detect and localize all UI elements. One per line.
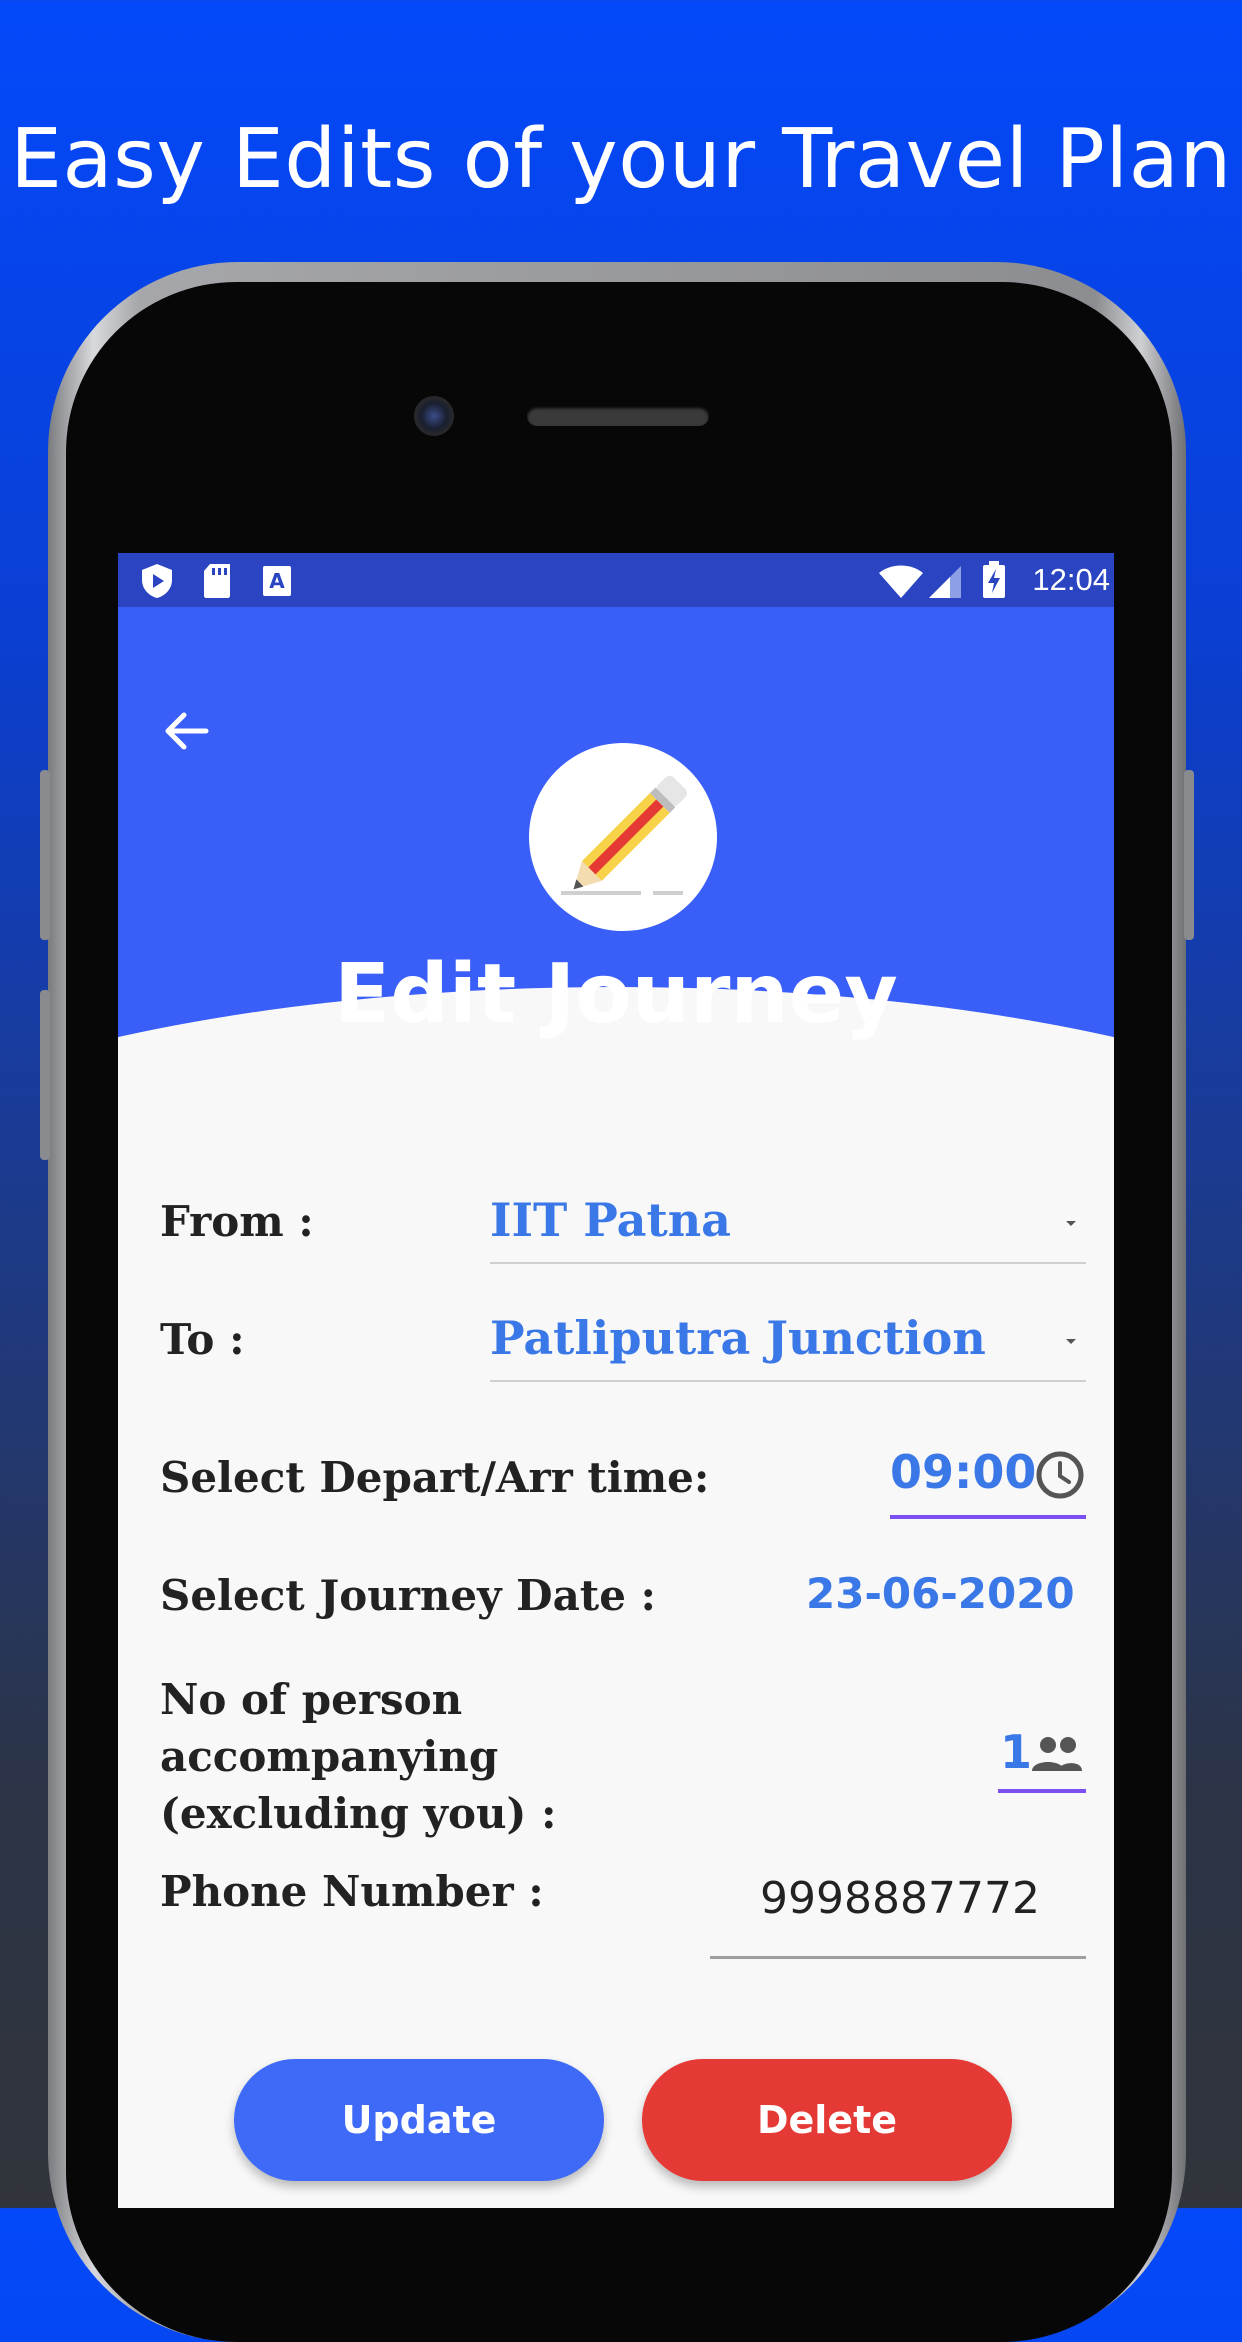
status-bar: A 12:04 <box>118 553 1114 607</box>
time-underline <box>890 1515 1086 1519</box>
to-underline <box>490 1380 1086 1382</box>
shield-play-icon <box>140 563 174 603</box>
clock-time: 12:04 <box>1032 562 1110 597</box>
clock-icon <box>1036 1451 1084 1499</box>
to-label: To : <box>160 1315 245 1364</box>
hero-icon-circle <box>529 743 717 931</box>
pencil-icon <box>561 775 687 895</box>
phone-number-field[interactable]: 9998887772 <box>710 1873 1086 1937</box>
persons-input[interactable]: 1 <box>998 1725 1086 1789</box>
from-label: From : <box>160 1197 314 1246</box>
to-dropdown[interactable]: Patliputra Junction <box>490 1311 1086 1381</box>
time-value: 09:00 <box>890 1445 1037 1499</box>
persons-label-line2: accompanying <box>160 1732 499 1781</box>
screen-title: Edit Journey <box>334 947 898 1042</box>
phone-label: Phone Number : <box>160 1867 544 1916</box>
from-dropdown[interactable]: IIT Patna <box>490 1193 1086 1263</box>
persons-underline <box>998 1789 1086 1793</box>
header-banner: Edit Journey <box>118 607 1114 1527</box>
battery-charging-icon <box>982 561 1006 603</box>
back-button[interactable] <box>160 705 212 757</box>
front-camera <box>414 396 454 436</box>
chevron-down-icon <box>1066 1221 1076 1226</box>
persons-label: No of person accompanying (excluding you… <box>160 1671 557 1842</box>
to-value: Patliputra Junction <box>490 1311 986 1365</box>
wifi-icon <box>878 565 924 603</box>
text-a-icon: A <box>262 563 292 603</box>
persons-label-line3: (excluding you) : <box>160 1789 557 1838</box>
persons-label-line1: No of person <box>160 1675 463 1724</box>
update-button[interactable]: Update <box>234 2059 604 2181</box>
promo-title: Easy Edits of your Travel Plan <box>10 112 1232 207</box>
people-icon <box>1032 1737 1082 1771</box>
phone-side-button-right <box>1184 770 1194 940</box>
from-underline <box>490 1262 1086 1264</box>
time-label: Select Depart/Arr time: <box>160 1453 710 1502</box>
earpiece-speaker <box>527 406 709 426</box>
sd-card-icon <box>202 563 232 603</box>
phone-screen: A 12:04 Edit Journey From: IIT Patna To… <box>118 553 1114 2208</box>
time-picker[interactable]: 09:00 <box>890 1445 1086 1515</box>
signal-icon <box>928 565 962 603</box>
phone-side-button-left <box>40 770 50 940</box>
phone-value: 9998887772 <box>760 1873 1040 1924</box>
svg-text:A: A <box>269 569 285 593</box>
from-value: IIT Patna <box>490 1193 731 1247</box>
date-value: 23-06-2020 <box>806 1569 1075 1618</box>
delete-button[interactable]: Delete <box>642 2059 1012 2181</box>
chevron-down-icon <box>1066 1339 1076 1344</box>
phone-underline <box>710 1956 1086 1959</box>
date-picker[interactable]: 23-06-2020 <box>806 1569 1086 1629</box>
date-label: Select Journey Date : <box>160 1571 657 1620</box>
arrow-left-icon <box>165 712 209 750</box>
phone-side-button-left-2 <box>40 990 50 1160</box>
